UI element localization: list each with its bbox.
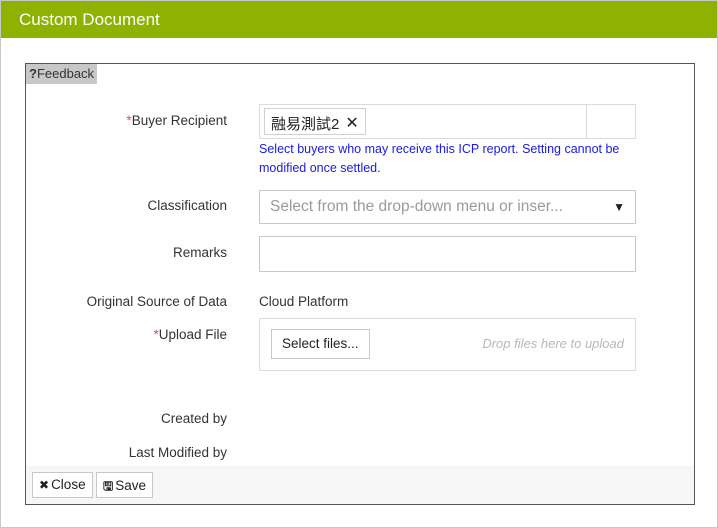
close-icon: ✖ (39, 478, 50, 492)
save-button-label: Save (115, 478, 147, 493)
selected-buyer-chip: 融易測試2 ✕ (264, 108, 366, 135)
original-source-label: Original Source of Data (86, 294, 227, 309)
question-mark-icon: ? (29, 66, 37, 81)
form-panel: ?Feedback *Buyer Recipient 融易測試2 ✕ Selec… (25, 63, 695, 505)
created-by-label: Created by (160, 411, 227, 426)
close-icon[interactable]: ✕ (345, 113, 358, 133)
buyer-recipient-multiselect[interactable]: 融易測試2 ✕ (259, 104, 636, 139)
save-button[interactable]: 🖫 Save (96, 472, 154, 498)
close-button[interactable]: ✖ Close (32, 472, 93, 498)
remarks-label: Remarks (172, 245, 227, 260)
buyer-recipient-label: *Buyer Recipient (126, 113, 227, 128)
buyer-recipient-label-text: Buyer Recipient (131, 113, 227, 128)
custom-document-dialog: Custom Document ?Feedback *Buyer Recipie… (0, 0, 718, 528)
dialog-title: Custom Document (1, 1, 717, 38)
upload-dropzone[interactable]: Select files... Drop files here to uploa… (259, 318, 636, 371)
feedback-button[interactable]: ?Feedback (26, 64, 98, 84)
drop-hint: Drop files here to upload (482, 336, 624, 351)
remarks-input[interactable] (259, 236, 636, 272)
feedback-label: Feedback (36, 66, 95, 81)
buyer-recipient-hint: Select buyers who may receive this ICP r… (259, 142, 620, 175)
selected-buyer-label: 融易測試2 (271, 115, 340, 133)
upload-file-label-text: Upload File (158, 327, 227, 342)
close-button-label: Close (51, 477, 86, 492)
caret-down-icon: ▼ (613, 200, 625, 214)
classification-select[interactable]: Select from the drop-down menu or inser.… (259, 190, 636, 224)
upload-file-label: *Upload File (153, 327, 227, 342)
classification-placeholder: Select from the drop-down menu or inser.… (270, 198, 563, 215)
classification-label: Classification (147, 198, 227, 213)
floppy-disk-icon: 🖫 (103, 479, 114, 493)
last-modified-by-label: Last Modified by (128, 445, 227, 460)
select-files-button[interactable]: Select files... (271, 329, 370, 359)
form-footer: ✖ Close 🖫 Save (26, 466, 694, 504)
original-source-value: Cloud Platform (259, 294, 349, 309)
